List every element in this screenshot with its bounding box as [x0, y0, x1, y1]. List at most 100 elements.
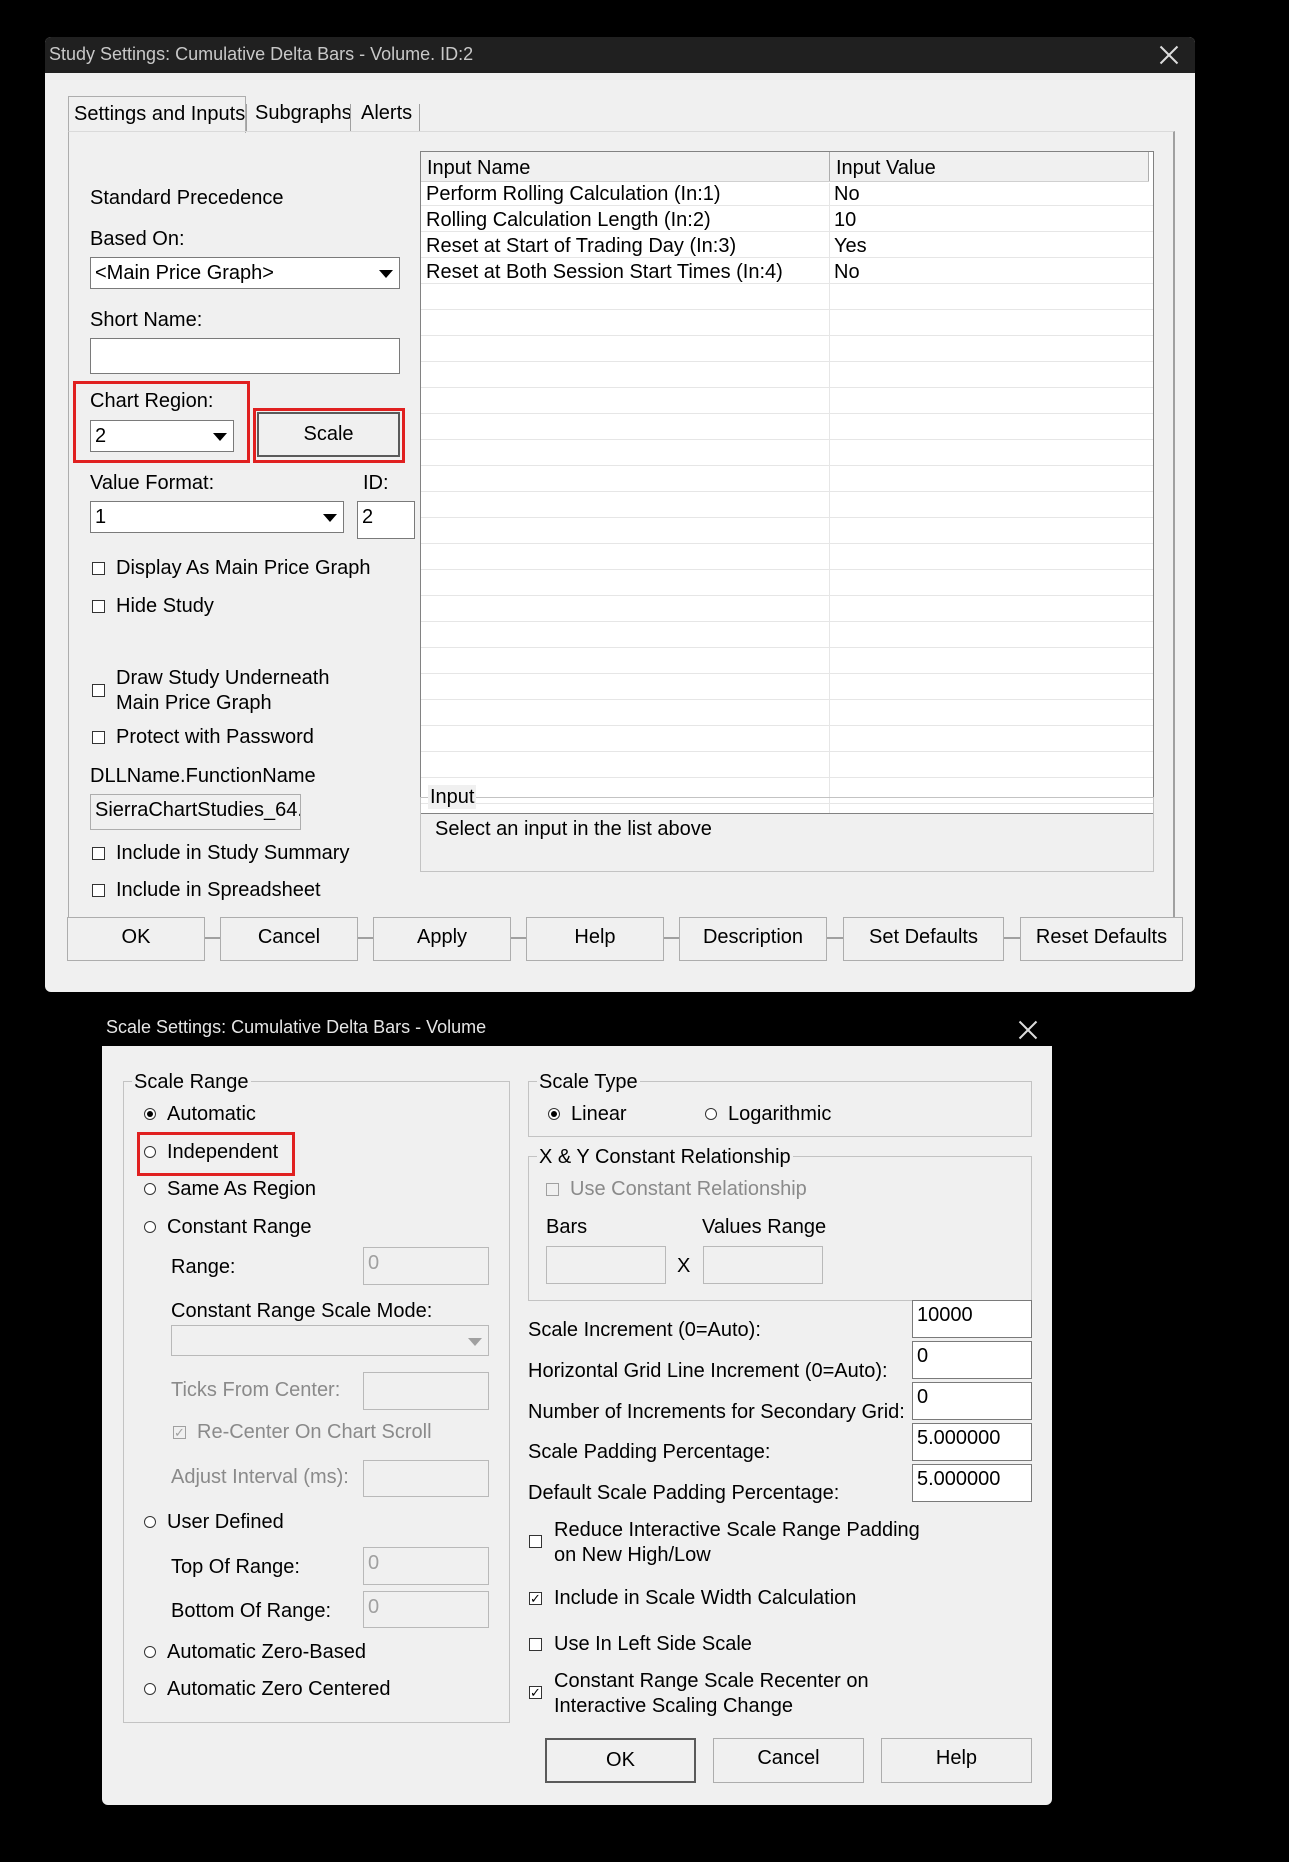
include-summary-checkbox[interactable] [92, 847, 105, 860]
logarithmic-radio[interactable] [705, 1108, 717, 1120]
display-as-main-checkbox[interactable] [92, 562, 105, 575]
cancel-button[interactable]: Cancel [220, 917, 358, 961]
bottom-of-range-field[interactable]: 0 [363, 1591, 489, 1628]
table-row[interactable]: Reset at Both Session Start Times (In:4)… [421, 261, 1153, 284]
table-row[interactable]: Rolling Calculation Length (In:2) 10 [421, 209, 1153, 232]
reduce-padding-checkbox[interactable] [529, 1535, 542, 1548]
constant-range-mode-select[interactable] [171, 1325, 489, 1356]
scale-cancel-button[interactable]: Cancel [713, 1738, 864, 1783]
top-of-range-field[interactable]: 0 [363, 1547, 489, 1585]
column-header-input-value[interactable]: Input Value [836, 156, 936, 180]
id-field[interactable]: 2 [357, 501, 415, 539]
xy-relationship-label: X & Y Constant Relationship [537, 1145, 793, 1169]
scale-settings-title: Scale Settings: Cumulative Delta Bars - … [106, 1017, 487, 1037]
recenter-interactive-label: Constant Range Scale Recenter on [554, 1670, 869, 1692]
input-value-cell: No [834, 183, 860, 205]
table-row [421, 599, 1153, 622]
table-row[interactable]: Perform Rolling Calculation (In:1) No [421, 183, 1153, 206]
reduce-padding-label: Reduce Interactive Scale Range Padding [554, 1519, 920, 1541]
chevron-down-icon[interactable] [373, 258, 399, 288]
ticks-from-center-field[interactable] [363, 1372, 489, 1410]
short-name-label: Short Name: [90, 309, 203, 331]
chevron-down-icon[interactable] [207, 421, 233, 451]
input-hint: Select an input in the list above [435, 818, 712, 840]
reset-defaults-button[interactable]: Reset Defaults [1020, 917, 1183, 961]
recenter-scroll-checkbox[interactable]: ✓ [173, 1426, 186, 1439]
draw-underneath-label-2: Main Price Graph [116, 692, 272, 714]
value-format-select[interactable]: 1 [90, 501, 344, 533]
protect-password-checkbox[interactable] [92, 731, 105, 744]
constant-range-radio[interactable] [144, 1221, 156, 1233]
input-value-cell: Yes [834, 235, 867, 257]
independent-radio[interactable] [144, 1146, 156, 1158]
table-row [421, 651, 1153, 674]
table-row [421, 703, 1153, 726]
help-button[interactable]: Help [526, 917, 664, 961]
input-list-header: Input Name Input Value [421, 152, 1149, 182]
study-settings-titlebar: Study Settings: Cumulative Delta Bars - … [45, 37, 1195, 73]
value-format-label: Value Format: [90, 472, 215, 494]
based-on-select[interactable]: <Main Price Graph> [90, 257, 400, 289]
left-side-scale-checkbox[interactable] [529, 1638, 542, 1651]
recenter-interactive-checkbox[interactable]: ✓ [529, 1686, 542, 1699]
ok-button[interactable]: OK [67, 917, 205, 961]
include-summary-label: Include in Study Summary [116, 842, 350, 864]
secondary-grid-label: Number of Increments for Secondary Grid: [528, 1401, 905, 1423]
protect-password-label: Protect with Password [116, 726, 314, 748]
bars-field[interactable] [546, 1246, 666, 1284]
grid-line-increment-field[interactable]: 0 [912, 1341, 1032, 1379]
description-button[interactable]: Description [679, 917, 827, 961]
column-header-input-name[interactable]: Input Name [427, 156, 530, 180]
set-defaults-button[interactable]: Set Defaults [843, 917, 1004, 961]
include-width-checkbox[interactable]: ✓ [529, 1592, 542, 1605]
tab-alerts[interactable]: Alerts [361, 101, 412, 125]
scale-ok-button[interactable]: OK [545, 1738, 696, 1783]
same-as-region-radio[interactable] [144, 1183, 156, 1195]
tab-subgraphs[interactable]: Subgraphs [255, 101, 352, 125]
linear-radio[interactable] [548, 1108, 560, 1120]
use-constant-relationship-label: Use Constant Relationship [570, 1178, 807, 1200]
tab-settings-and-inputs[interactable]: Settings and Inputs [68, 96, 246, 133]
table-row [421, 495, 1153, 518]
auto-zero-based-radio[interactable] [144, 1646, 156, 1658]
chevron-down-icon[interactable] [317, 502, 343, 532]
hide-study-checkbox[interactable] [92, 600, 105, 613]
column-divider [829, 152, 830, 181]
use-constant-relationship-checkbox[interactable] [546, 1183, 559, 1196]
scale-increment-field[interactable]: 10000 [912, 1300, 1032, 1338]
chevron-down-icon[interactable] [462, 1326, 488, 1355]
bottom-of-range-label: Bottom Of Range: [171, 1600, 332, 1622]
table-row[interactable]: Reset at Start of Trading Day (In:3) Yes [421, 235, 1153, 258]
draw-underneath-checkbox[interactable] [92, 684, 105, 697]
short-name-input[interactable] [90, 338, 400, 374]
table-row [421, 313, 1153, 336]
logarithmic-label: Logarithmic [728, 1103, 832, 1125]
secondary-grid-field[interactable]: 0 [912, 1382, 1032, 1420]
table-row [421, 677, 1153, 700]
close-icon[interactable] [1159, 45, 1179, 65]
close-icon[interactable] [1018, 1020, 1038, 1040]
scale-padding-field[interactable]: 5.000000 [912, 1423, 1032, 1461]
chart-region-select[interactable]: 2 [90, 420, 234, 452]
dll-name-field[interactable]: SierraChartStudies_64. [90, 794, 301, 830]
scale-increment-label: Scale Increment (0=Auto): [528, 1319, 761, 1341]
grid-line-increment-label: Horizontal Grid Line Increment (0=Auto): [528, 1360, 888, 1382]
include-spreadsheet-checkbox[interactable] [92, 884, 105, 897]
range-field[interactable]: 0 [363, 1247, 489, 1285]
adjust-interval-field[interactable] [363, 1460, 489, 1497]
input-list-body: Perform Rolling Calculation (In:1) No Rol… [421, 183, 1153, 813]
user-defined-radio[interactable] [144, 1516, 156, 1528]
auto-zero-centered-radio[interactable] [144, 1683, 156, 1695]
scale-button[interactable]: Scale [257, 412, 400, 457]
scale-help-button[interactable]: Help [881, 1738, 1032, 1783]
column-divider [829, 183, 830, 813]
input-name-cell: Reset at Start of Trading Day (In:3) [426, 235, 737, 257]
automatic-radio[interactable] [144, 1108, 156, 1120]
values-range-field[interactable] [703, 1246, 823, 1284]
input-list[interactable]: Input Name Input Value Perform Rolling C… [420, 151, 1154, 814]
default-scale-padding-field[interactable]: 5.000000 [912, 1464, 1032, 1502]
chart-region-value: 2 [95, 425, 107, 447]
default-scale-padding-label: Default Scale Padding Percentage: [528, 1482, 840, 1504]
based-on-value: <Main Price Graph> [95, 262, 274, 284]
apply-button[interactable]: Apply [373, 917, 511, 961]
